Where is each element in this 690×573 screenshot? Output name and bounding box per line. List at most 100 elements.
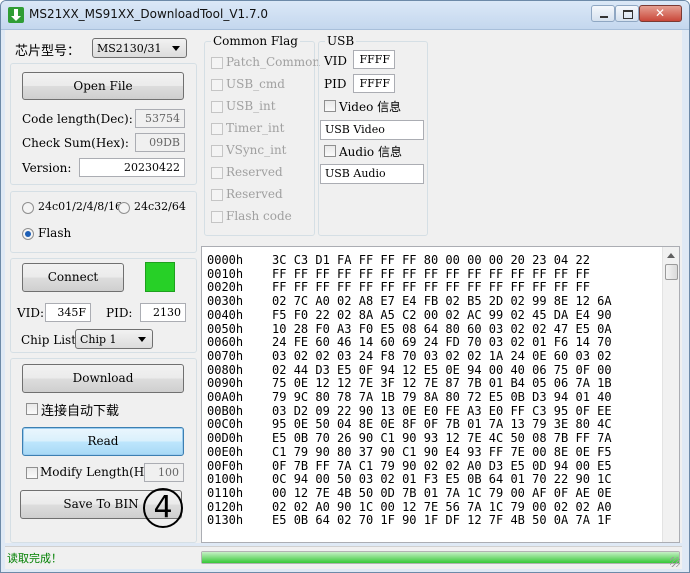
flag-patch-common-checkbox[interactable]: [211, 57, 223, 69]
connect-button[interactable]: Connect: [22, 263, 124, 292]
flag-usb-cmd-checkbox[interactable]: [211, 79, 223, 91]
hex-row-bytes: 02 7C A0 02 A8 E7 E4 FB 02 B5 2D 02 99 8…: [272, 294, 612, 309]
modify-length-label: Modify Length(H):: [40, 465, 153, 479]
version-field[interactable]: 20230422: [79, 158, 185, 177]
video-info-label: Video 信息: [339, 100, 402, 114]
hex-row: 0050h 10 28 F0 A3 F0 E5 08 64 80 60 03 0…: [207, 322, 612, 336]
usb-vid-field[interactable]: FFFF: [353, 50, 395, 69]
modify-length-field: 100: [144, 463, 184, 482]
hex-row-address: 0040h: [207, 307, 244, 322]
chip-type-select[interactable]: MS2130/31: [92, 38, 187, 58]
minimize-button[interactable]: [591, 5, 615, 22]
radio-flash-label: Flash: [38, 226, 72, 240]
hex-row-bytes: 0C 94 00 50 03 02 01 F3 E5 0B 64 01 70 2…: [272, 472, 612, 487]
status-text: 读取完成！: [7, 552, 62, 565]
radio-24c32[interactable]: [118, 202, 130, 214]
hex-row-bytes: FF FF FF FF FF FF FF FF FF FF FF FF FF F…: [272, 280, 590, 295]
hex-row: 00F0h 0F 7B FF 7A C1 79 90 02 02 A0 D3 E…: [207, 459, 612, 473]
hex-row-bytes: 24 FE 60 46 14 60 69 24 FD 70 03 02 01 F…: [272, 335, 612, 350]
hex-row-bytes: E5 0B 70 26 90 C1 90 93 12 7E 4C 50 08 7…: [272, 431, 612, 446]
modify-length-checkbox[interactable]: [26, 467, 38, 479]
hex-row-address: 0020h: [207, 280, 244, 295]
radio-24c01[interactable]: [22, 202, 34, 214]
hex-row-bytes: 75 0E 12 12 7E 3F 12 7E 87 7B 01 B4 05 0…: [272, 376, 612, 391]
flag-reserved-1-label: Reserved: [226, 165, 283, 179]
hex-row: 0120h 02 02 A0 90 1C 00 12 7E 56 7A 1C 7…: [207, 499, 612, 514]
hex-row-address: 0130h: [207, 513, 244, 528]
flag-vsync-int-label: VSync_int: [226, 143, 287, 157]
conn-vid-field[interactable]: 345F: [45, 303, 91, 322]
hex-row: 0040h F5 F0 22 02 8A A5 C2 00 02 AC 99 0…: [207, 307, 612, 322]
hex-row-bytes: 95 0E 50 04 8E 0E 8F 0F 7B 01 7A 13 79 3…: [272, 417, 612, 432]
hex-row-bytes: 03 02 02 03 24 F8 70 03 02 02 1A 24 0E 6…: [272, 348, 612, 363]
hex-row: 0020h FF FF FF FF FF FF FF FF FF FF FF F…: [207, 281, 590, 294]
hex-row-address: 0010h: [207, 266, 244, 281]
hex-row: 0070h 03 02 02 03 24 F8 70 03 02 02 1A 2…: [207, 348, 612, 363]
hex-row-address: 0100h: [207, 472, 244, 487]
usb-vid-label: VID: [324, 54, 348, 68]
download-button[interactable]: Download: [22, 364, 184, 393]
flag-vsync-int-checkbox[interactable]: [211, 145, 223, 157]
hex-row: 00C0h 95 0E 50 04 8E 0E 8F 0F 7B 01 7A 1…: [207, 418, 612, 431]
radio-24c32-label: 24c32/64: [134, 200, 186, 213]
radio-flash[interactable]: [22, 228, 34, 240]
hex-dump-view[interactable]: 0000h 3C C3 D1 FA FF FF FF 80 00 00 00 2…: [201, 246, 680, 543]
auto-download-checkbox[interactable]: [26, 403, 38, 415]
main-panel: 芯片型号： MS2130/31 Open File Code length(De…: [5, 30, 682, 543]
close-icon: [640, 6, 681, 21]
hex-row-bytes: C1 79 90 80 37 90 C1 90 E4 93 FF 7E 00 8…: [272, 444, 612, 459]
chip-list-label: Chip List:: [21, 333, 81, 347]
chip-list-select[interactable]: Chip 1: [75, 329, 153, 349]
hex-row-bytes: 79 9C 80 78 7A 1B 79 8A 80 72 E5 0B D3 9…: [272, 390, 612, 404]
maximize-button[interactable]: [615, 5, 639, 22]
hex-row: 0110h 00 12 7E 4B 50 0D 7B 01 7A 1C 79 0…: [207, 485, 612, 500]
hex-row: 00D0h E5 0B 70 26 90 C1 90 93 12 7E 4C 5…: [207, 432, 612, 445]
scroll-thumb[interactable]: [665, 264, 678, 280]
title-bar: MS21XX_MS91XX_DownloadTool_V1.7.0: [1, 1, 689, 30]
flag-usb-int-checkbox[interactable]: [211, 101, 223, 113]
flag-reserved-2-label: Reserved: [226, 187, 283, 201]
hex-row: 0090h 75 0E 12 12 7E 3F 12 7E 87 7B 01 B…: [207, 377, 612, 390]
hex-row-address: 0110h: [207, 485, 244, 500]
flag-timer-int-label: Timer_int: [226, 121, 285, 135]
hex-row-bytes: FF FF FF FF FF FF FF FF FF FF FF FF FF F…: [272, 266, 590, 281]
hex-row: 0030h 02 7C A0 02 A8 E7 E4 FB 02 B5 2D 0…: [207, 295, 612, 308]
hex-row-address: 00E0h: [207, 444, 244, 459]
minimize-icon: [592, 6, 614, 21]
auto-download-label: 连接自动下载: [41, 404, 120, 419]
hex-row-bytes: 02 02 A0 90 1C 00 12 7E 56 7A 1C 79 00 0…: [272, 499, 612, 514]
read-button[interactable]: Read: [22, 427, 184, 456]
flag-reserved-2-checkbox[interactable]: [211, 189, 223, 201]
audio-info-label: Audio 信息: [339, 145, 402, 159]
check-sum-label: Check Sum(Hex):: [22, 136, 129, 150]
resize-grip-icon[interactable]: [670, 557, 680, 567]
scroll-up-icon[interactable]: [667, 253, 675, 258]
hex-row-bytes: E5 0B 64 02 70 1F 90 1F DF 12 7F 4B 50 0…: [272, 513, 612, 528]
hex-row: 0100h 0C 94 00 50 03 02 01 F3 E5 0B 64 0…: [207, 473, 612, 486]
open-file-button[interactable]: Open File: [22, 72, 184, 100]
hex-row: 00E0h C1 79 90 80 37 90 C1 90 E4 93 FF 7…: [207, 444, 612, 459]
flag-usb-cmd-label: USB_cmd: [226, 77, 285, 91]
video-name-field[interactable]: USB Video: [320, 120, 424, 140]
hex-row-bytes: 02 44 D3 E5 0F 94 12 E5 0E 94 00 40 06 7…: [272, 362, 612, 377]
flag-flash-code-checkbox[interactable]: [211, 211, 223, 223]
hex-row-address: 00B0h: [207, 403, 244, 418]
download-app-icon: [8, 7, 24, 23]
usb-pid-field[interactable]: FFFF: [353, 74, 395, 93]
hex-row-address: 0090h: [207, 376, 244, 391]
close-button[interactable]: [639, 5, 682, 22]
hex-scrollbar[interactable]: [662, 247, 679, 542]
hex-row-address: 00D0h: [207, 431, 244, 446]
hex-row-address: 0060h: [207, 335, 244, 350]
hex-row-address: 0080h: [207, 362, 244, 377]
flag-reserved-1-checkbox[interactable]: [211, 167, 223, 179]
audio-name-field[interactable]: USB Audio: [320, 164, 424, 184]
audio-info-checkbox[interactable]: [324, 145, 336, 157]
video-info-checkbox[interactable]: [324, 100, 336, 112]
hex-row-address: 0000h: [207, 253, 244, 267]
hex-row: 0000h 3C C3 D1 FA FF FF FF 80 00 00 00 2…: [207, 254, 590, 267]
conn-pid-field[interactable]: 2130: [140, 303, 186, 322]
hex-row-bytes: F5 F0 22 02 8A A5 C2 00 02 AC 99 02 45 D…: [272, 307, 612, 322]
hex-row-address: 0070h: [207, 348, 244, 363]
flag-timer-int-checkbox[interactable]: [211, 123, 223, 135]
